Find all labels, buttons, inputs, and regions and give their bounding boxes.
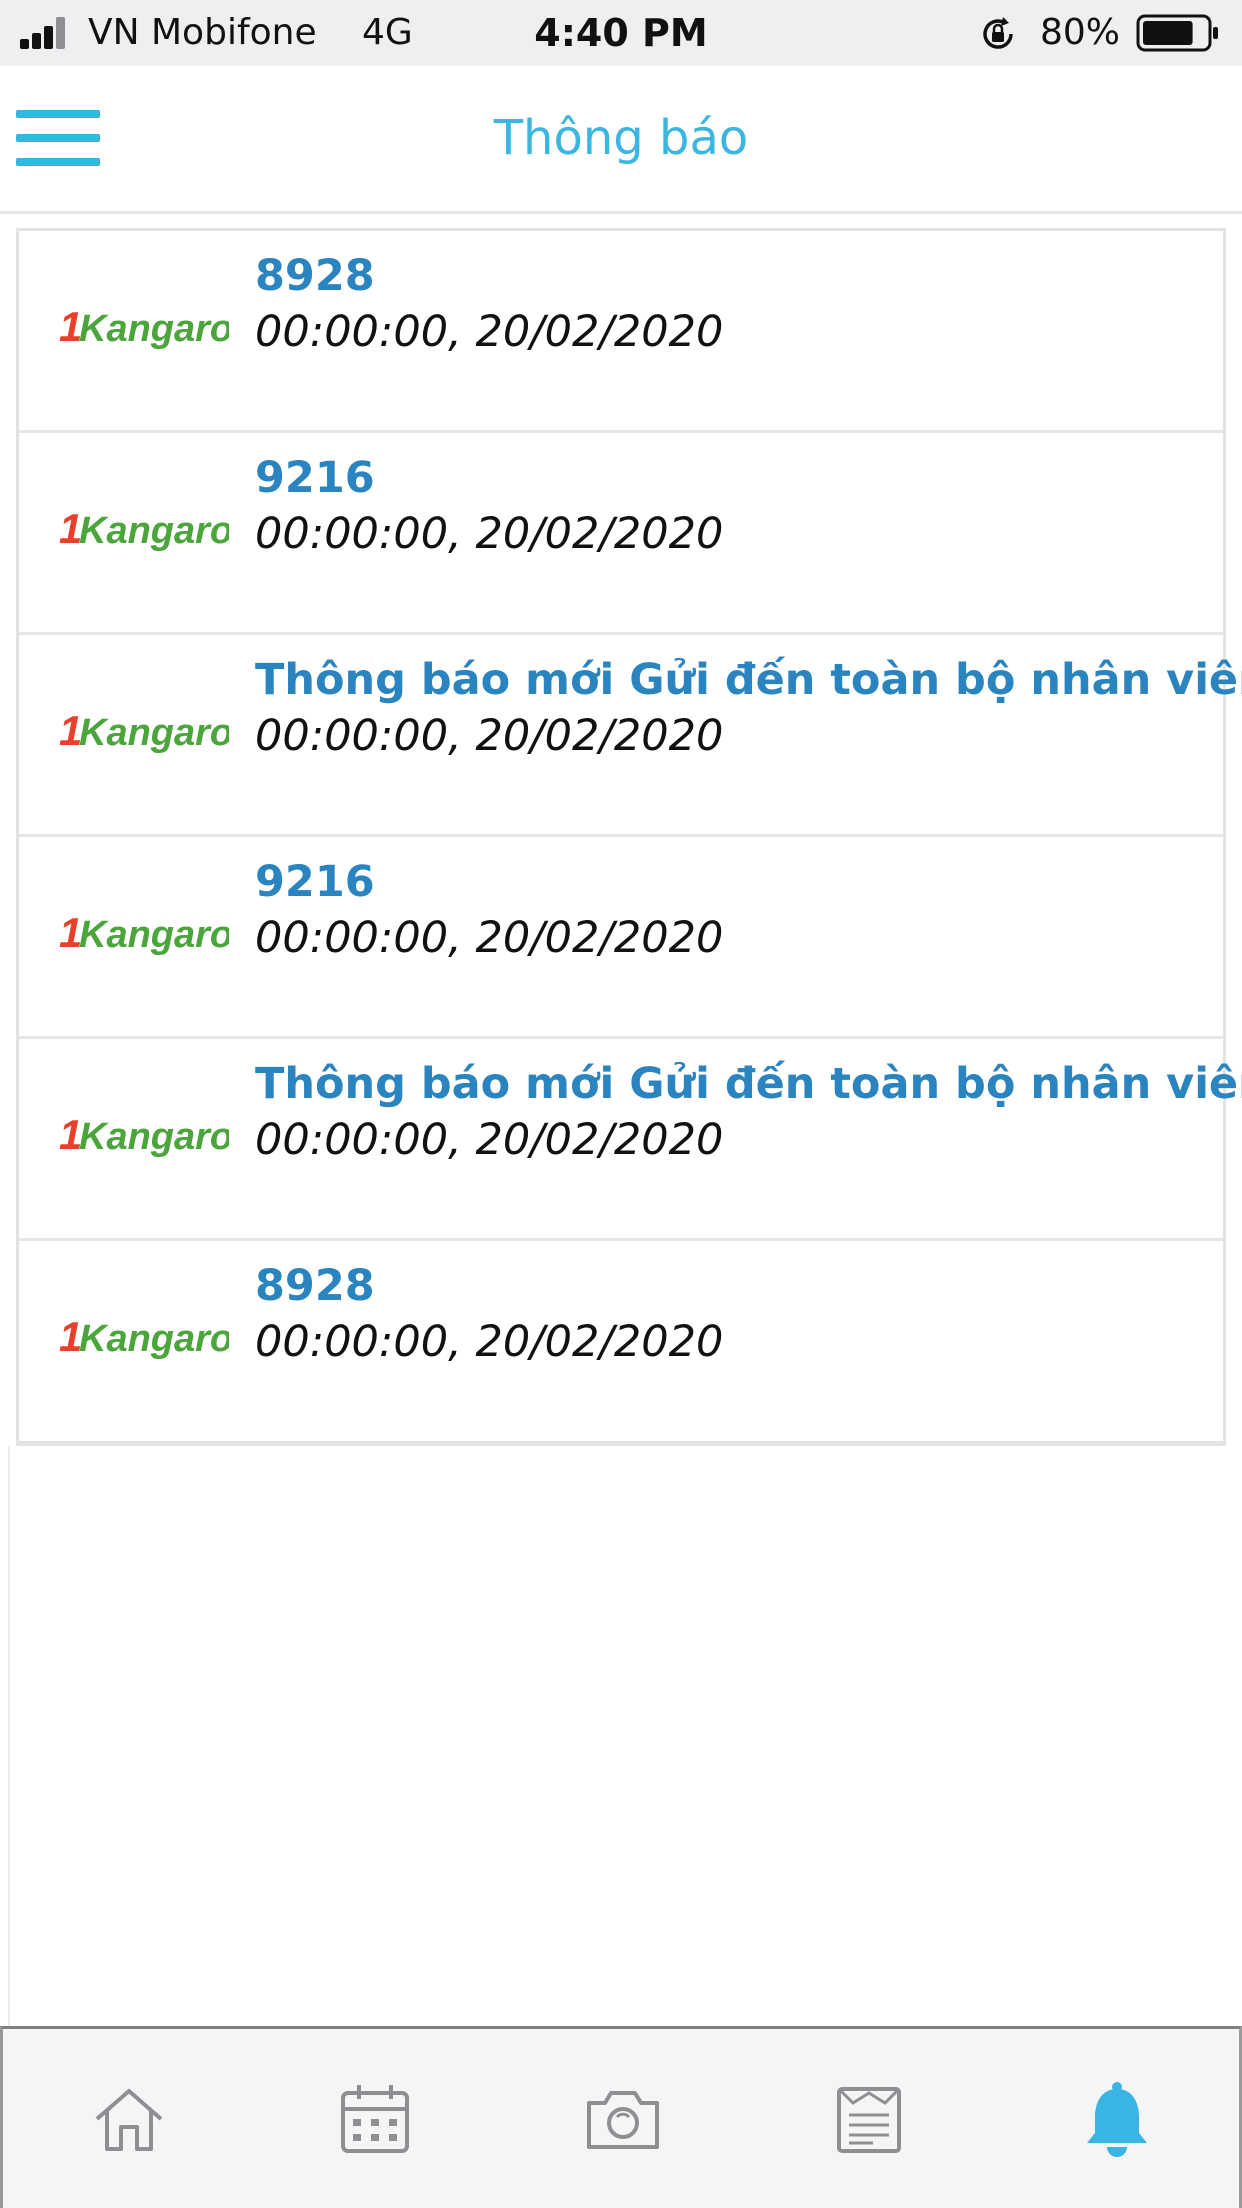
- notification-title: 9216: [255, 453, 375, 503]
- notification-item[interactable]: 1Kangaroo 8928 00:00:00, 20/02/2020: [19, 1241, 1223, 1443]
- orientation-lock-icon: [983, 17, 1013, 49]
- divider: [8, 1446, 10, 2026]
- home-icon: [95, 2089, 163, 2151]
- tab-home[interactable]: [89, 2079, 169, 2159]
- tab-report[interactable]: [829, 2079, 909, 2159]
- tab-calendar[interactable]: [335, 2079, 415, 2159]
- battery-icon: [1136, 14, 1218, 52]
- notification-list: 1Kangaroo892800:00:00, 20/02/20201Kangar…: [16, 228, 1242, 1446]
- kangaroo-logo: 1Kangaroo: [59, 303, 229, 350]
- notification-title: Thông báo mới Gửi đến toàn bộ nhân viên: [255, 1059, 1242, 1109]
- bell-icon: [1087, 2082, 1147, 2157]
- notification-time: 00:00:00, 20/02/2020: [255, 711, 724, 761]
- kangaroo-logo: 1Kangaroo: [59, 1313, 229, 1360]
- svg-text:Kangaroo: Kangaroo: [79, 712, 229, 754]
- kangaroo-logo: 1Kangaroo: [59, 909, 229, 956]
- notification-title: 9216: [255, 857, 375, 907]
- kangaroo-logo: 1Kangaroo: [59, 707, 229, 754]
- notification-time: 00:00:00, 20/02/2020: [255, 1115, 724, 1165]
- notification-title: 8928: [255, 251, 375, 301]
- svg-text:Kangaroo: Kangaroo: [79, 308, 229, 350]
- kangaroo-logo: 1Kangaroo: [59, 505, 229, 552]
- svg-text:Kangaroo: Kangaroo: [79, 1318, 229, 1360]
- notification-item[interactable]: 1Kangaroo Thông báo mới Gửi đến toàn bộ n…: [19, 1039, 1242, 1241]
- notifications-screen: VN Mobifone 4G 4:40 PM 80% Thông báo 1 Ka…: [0, 0, 1242, 2208]
- status-bar: VN Mobifone 4G 4:40 PM 80%: [0, 0, 1242, 66]
- report-icon: [837, 2087, 901, 2153]
- svg-text:Kangaroo: Kangaroo: [79, 510, 229, 552]
- notification-item[interactable]: 1Kangaroo 9216 00:00:00, 20/02/2020: [19, 837, 1223, 1039]
- notification-item[interactable]: 1Kangaroo 8928 00:00:00, 20/02/2020: [19, 231, 1223, 433]
- svg-text:Kangaroo: Kangaroo: [79, 1116, 229, 1158]
- svg-text:Kangaroo: Kangaroo: [79, 914, 229, 956]
- notification-item[interactable]: 1Kangaroo 9216 00:00:00, 20/02/2020: [19, 433, 1223, 635]
- notification-title: 8928: [255, 1261, 375, 1311]
- tab-notifications[interactable]: [1077, 2079, 1157, 2159]
- notification-time: 00:00:00, 20/02/2020: [255, 307, 724, 357]
- kangaroo-logo: 1Kangaroo: [59, 1111, 229, 1158]
- notification-item[interactable]: 1Kangaroo Thông báo mới Gửi đến toàn bộ n…: [19, 635, 1242, 837]
- camera-icon: [587, 2091, 659, 2149]
- notification-time: 00:00:00, 20/02/2020: [255, 913, 724, 963]
- tab-camera[interactable]: [583, 2079, 663, 2159]
- notification-time: 00:00:00, 20/02/2020: [255, 1317, 724, 1367]
- page-title: Thông báo: [493, 110, 749, 166]
- calendar-icon: [341, 2085, 409, 2153]
- notification-time: 00:00:00, 20/02/2020: [255, 509, 724, 559]
- battery-percentage: 80%: [1040, 12, 1121, 53]
- app-header: Thông báo: [0, 66, 1242, 214]
- notification-title: Thông báo mới Gửi đến toàn bộ nhân viên: [255, 655, 1242, 705]
- bottom-tab-bar: [0, 2026, 1242, 2208]
